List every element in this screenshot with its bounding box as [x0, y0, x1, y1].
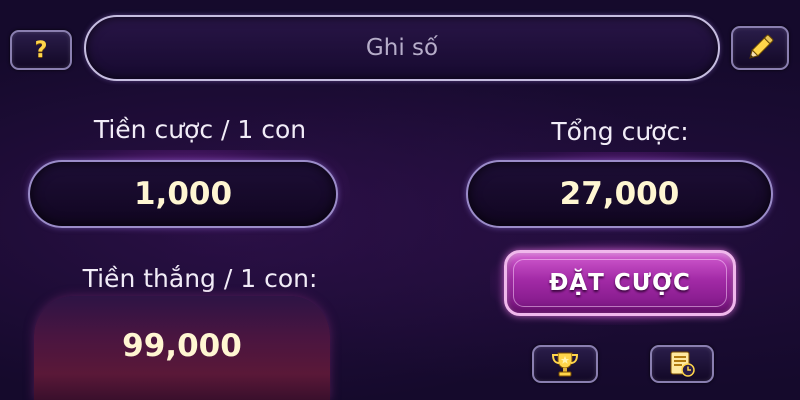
- bet-per-number-value: 1,000: [133, 176, 233, 212]
- pencil-icon: [749, 34, 774, 59]
- history-button[interactable]: [650, 345, 714, 383]
- number-input[interactable]: Ghi số: [84, 15, 720, 81]
- help-button[interactable]: ?: [10, 30, 72, 70]
- total-bet-value: 27,000: [559, 176, 680, 212]
- trophy-icon: [551, 352, 579, 377]
- total-bet-display: 27,000: [466, 160, 773, 228]
- bet-per-number-label: Tiền cược / 1 con: [93, 115, 307, 144]
- win-per-number-label: Tiền thắng / 1 con:: [82, 264, 318, 293]
- bet-per-number-field[interactable]: 1,000: [28, 160, 338, 228]
- edit-button[interactable]: [731, 26, 789, 70]
- leaderboard-button[interactable]: [532, 345, 598, 383]
- number-input-placeholder: Ghi số: [365, 35, 439, 61]
- bet-screen: ? Ghi số Tiền cược / 1 con 1,000 Tổng cư…: [0, 0, 800, 400]
- win-per-number-value: 99,000: [122, 328, 242, 364]
- place-bet-button[interactable]: ĐẶT CƯỢC: [504, 250, 736, 316]
- question-icon: ?: [34, 37, 48, 63]
- place-bet-label: ĐẶT CƯỢC: [549, 270, 691, 296]
- total-bet-label: Tổng cược:: [551, 117, 689, 146]
- history-icon: [670, 351, 695, 377]
